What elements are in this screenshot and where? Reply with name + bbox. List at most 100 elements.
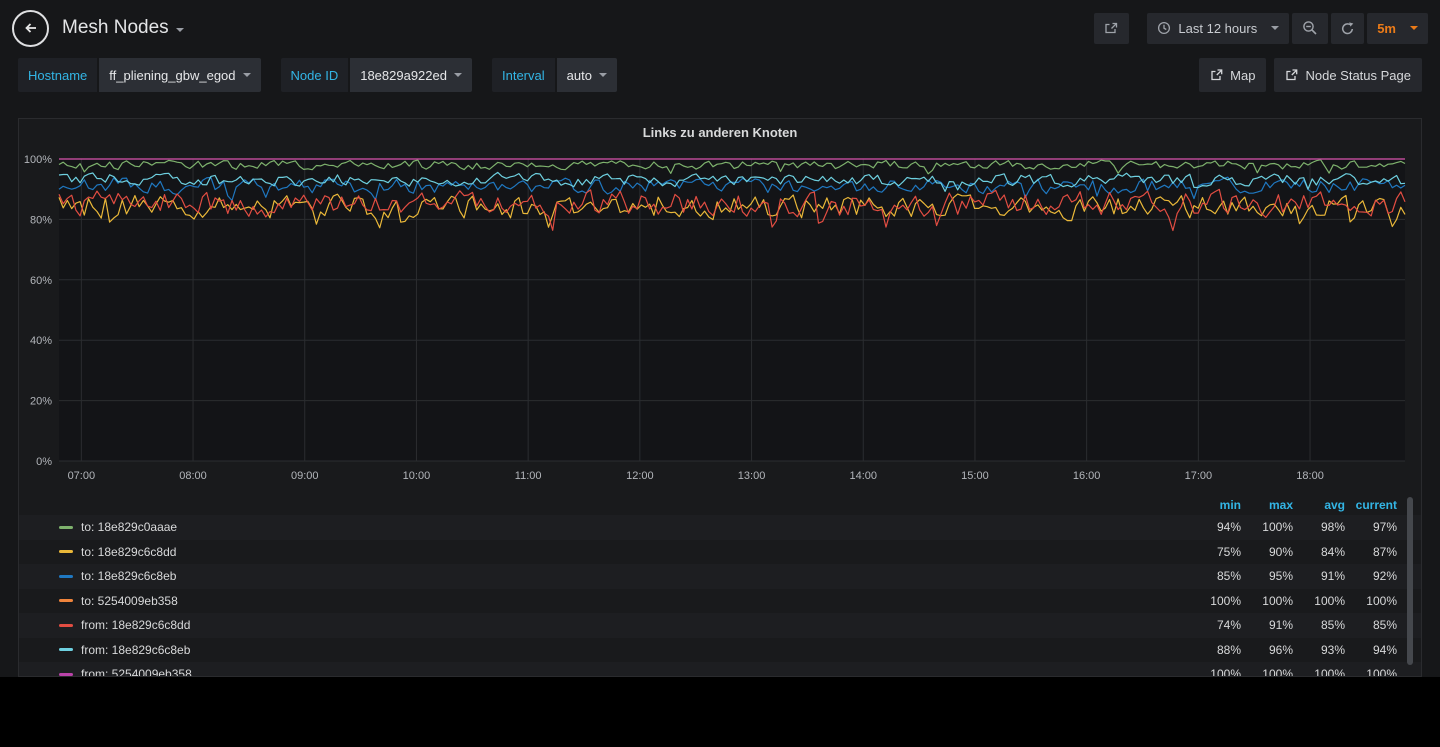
legend-row[interactable]: from: 18e829c6c8dd74%91%85%85% xyxy=(19,613,1421,638)
svg-text:100%: 100% xyxy=(24,154,52,166)
svg-text:14:00: 14:00 xyxy=(849,470,877,482)
search-minus-icon xyxy=(1302,20,1318,36)
external-link-icon xyxy=(1285,69,1298,81)
legend-col-avg[interactable]: avg xyxy=(1293,498,1345,512)
svg-text:12:00: 12:00 xyxy=(626,470,654,482)
legend-max-value: 96% xyxy=(1241,643,1293,657)
svg-text:09:00: 09:00 xyxy=(291,470,319,482)
caret-down-icon xyxy=(1271,26,1279,30)
svg-text:18:00: 18:00 xyxy=(1296,470,1324,482)
variable-hostname-value: ff_pliening_gbw_egod xyxy=(109,68,235,83)
map-link-button[interactable]: Map xyxy=(1199,58,1266,92)
legend-current-value: 92% xyxy=(1345,569,1397,583)
refresh-button[interactable] xyxy=(1331,13,1364,44)
legend-avg-value: 93% xyxy=(1293,643,1345,657)
legend-max-value: 100% xyxy=(1241,667,1293,676)
legend-current-value: 100% xyxy=(1345,667,1397,676)
variable-node-id-value: 18e829a922ed xyxy=(360,68,447,83)
caret-down-icon xyxy=(599,73,607,77)
legend-series-name: to: 5254009eb358 xyxy=(81,594,178,608)
svg-text:20%: 20% xyxy=(30,396,52,408)
svg-text:07:00: 07:00 xyxy=(68,470,96,482)
legend-scrollbar[interactable] xyxy=(1407,497,1413,665)
legend-min-value: 74% xyxy=(1189,618,1241,632)
series-color-swatch[interactable] xyxy=(59,624,73,627)
map-link-label: Map xyxy=(1230,68,1255,83)
legend-col-min[interactable]: min xyxy=(1189,498,1241,512)
variable-node-id-label: Node ID xyxy=(281,58,349,92)
page-title: Mesh Nodes xyxy=(62,17,169,39)
legend-avg-value: 98% xyxy=(1293,520,1345,534)
legend-col-max[interactable]: max xyxy=(1241,498,1293,512)
series-color-swatch[interactable] xyxy=(59,550,73,553)
refresh-interval-dropdown[interactable]: 5m xyxy=(1367,13,1428,44)
legend-series-name: to: 18e829c6c8eb xyxy=(81,569,176,583)
caret-down-icon xyxy=(1410,26,1418,30)
legend-min-value: 100% xyxy=(1189,594,1241,608)
legend-min-value: 100% xyxy=(1189,667,1241,676)
series-color-swatch[interactable] xyxy=(59,575,73,578)
legend-min-value: 85% xyxy=(1189,569,1241,583)
variable-interval-dropdown[interactable]: auto xyxy=(557,58,617,92)
legend-max-value: 100% xyxy=(1241,594,1293,608)
back-button[interactable] xyxy=(12,10,49,47)
legend-row[interactable]: to: 18e829c0aaae 94%100%98%97% xyxy=(19,515,1421,540)
caret-down-icon xyxy=(176,28,184,32)
legend-row[interactable]: to: 5254009eb358100%100%100%100% xyxy=(19,589,1421,614)
variable-hostname-label: Hostname xyxy=(18,58,97,92)
legend-min-value: 75% xyxy=(1189,545,1241,559)
legend: min max avg current to: 18e829c0aaae94%1… xyxy=(19,495,1421,676)
legend-current-value: 85% xyxy=(1345,618,1397,632)
legend-avg-value: 100% xyxy=(1293,667,1345,676)
svg-text:08:00: 08:00 xyxy=(179,470,207,482)
variable-interval-label: Interval xyxy=(492,58,555,92)
legend-avg-value: 85% xyxy=(1293,618,1345,632)
caret-down-icon xyxy=(243,73,251,77)
legend-series-name: to: 18e829c0aaae xyxy=(81,520,177,534)
legend-header: min max avg current xyxy=(19,495,1421,515)
legend-max-value: 100% xyxy=(1241,520,1293,534)
svg-text:15:00: 15:00 xyxy=(961,470,989,482)
series-color-swatch[interactable] xyxy=(59,526,73,529)
legend-min-value: 94% xyxy=(1189,520,1241,534)
legend-max-value: 90% xyxy=(1241,545,1293,559)
clock-icon xyxy=(1157,21,1171,35)
variable-hostname-dropdown[interactable]: ff_pliening_gbw_egod xyxy=(99,58,260,92)
svg-text:16:00: 16:00 xyxy=(1073,470,1101,482)
legend-series-name: from: 18e829c6c8dd xyxy=(81,618,190,632)
share-button[interactable] xyxy=(1094,13,1129,44)
legend-current-value: 100% xyxy=(1345,594,1397,608)
legend-row[interactable]: from: 18e829c6c8eb88%96%93%94% xyxy=(19,638,1421,663)
legend-avg-value: 84% xyxy=(1293,545,1345,559)
legend-avg-value: 91% xyxy=(1293,569,1345,583)
series-color-swatch[interactable] xyxy=(59,599,73,602)
series-color-swatch[interactable] xyxy=(59,673,73,676)
node-status-page-link-button[interactable]: Node Status Page xyxy=(1274,58,1422,92)
legend-row[interactable]: to: 18e829c6c8dd75%90%84%87% xyxy=(19,540,1421,565)
share-icon xyxy=(1104,21,1119,35)
grafana-dashboard: Mesh Nodes Last 12 hours xyxy=(0,0,1440,677)
svg-text:17:00: 17:00 xyxy=(1185,470,1213,482)
legend-row[interactable]: to: 18e829c6c8eb 85%95%91%92% xyxy=(19,564,1421,589)
zoom-out-button[interactable] xyxy=(1292,13,1328,44)
time-range-picker[interactable]: Last 12 hours xyxy=(1147,13,1289,44)
legend-max-value: 95% xyxy=(1241,569,1293,583)
variable-interval: Interval auto xyxy=(492,58,617,92)
svg-text:0%: 0% xyxy=(36,456,52,468)
panel-title[interactable]: Links zu anderen Knoten xyxy=(19,119,1421,147)
series-color-swatch[interactable] xyxy=(59,648,73,651)
svg-text:80%: 80% xyxy=(30,214,52,226)
svg-text:40%: 40% xyxy=(30,335,52,347)
navbar: Mesh Nodes Last 12 hours xyxy=(0,0,1440,56)
legend-series-name: from: 5254009eb358 xyxy=(81,667,192,676)
legend-row[interactable]: from: 5254009eb358100%100%100%100% xyxy=(19,662,1421,676)
variable-interval-value: auto xyxy=(567,68,592,83)
legend-col-current[interactable]: current xyxy=(1345,498,1397,512)
svg-text:10:00: 10:00 xyxy=(403,470,431,482)
variable-node-id-dropdown[interactable]: 18e829a922ed xyxy=(350,58,472,92)
dashboard-title-dropdown[interactable]: Mesh Nodes xyxy=(62,17,184,39)
node-status-page-link-label: Node Status Page xyxy=(1305,68,1411,83)
legend-current-value: 97% xyxy=(1345,520,1397,534)
timeseries-chart[interactable]: 0%20%40%60%80%100%07:0008:0009:0010:0011… xyxy=(19,147,1421,495)
svg-text:60%: 60% xyxy=(30,275,52,287)
